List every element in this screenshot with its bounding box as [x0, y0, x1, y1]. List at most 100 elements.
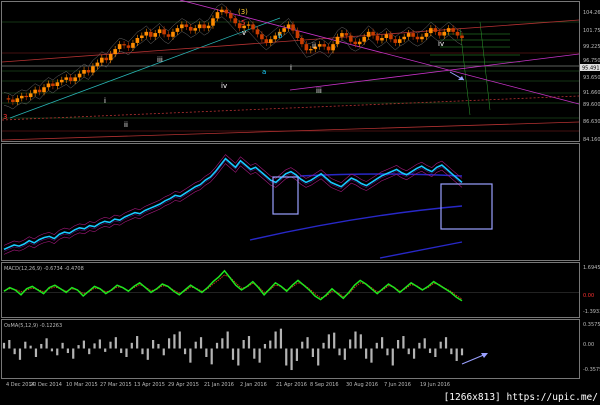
osma-bar	[146, 348, 149, 360]
price-candle	[380, 38, 384, 41]
osma-bar	[34, 348, 38, 357]
price-candle	[233, 18, 238, 24]
osma-bar	[114, 337, 117, 349]
date-axis: 4 Dec 201420 Dec 2014 10 Mar 2015 27 Mar 2…	[6, 382, 450, 388]
macd-tick-label: 0.00	[583, 293, 594, 299]
wave-label-iv2: iv	[438, 40, 444, 48]
osma-bar	[167, 338, 171, 349]
date-tick-label: 20 Dec 2014	[30, 382, 62, 388]
price-candle	[197, 24, 202, 29]
price-tick-label: 91.660	[583, 90, 600, 96]
price-candle	[402, 36, 406, 40]
price-candle	[211, 18, 215, 26]
macd-line	[3, 269, 463, 302]
image-host-footer: [1266x813] https://upic.me/	[420, 391, 600, 405]
price-candle	[246, 24, 251, 26]
osma-bar	[428, 348, 432, 354]
price-candle	[46, 83, 51, 88]
price-candle	[140, 35, 144, 38]
osma-bar	[439, 341, 442, 349]
envelope-upper	[3, 3, 463, 97]
forex-chart: (3) 5 3 iii i ii iv v b a i ii iii iv 10…	[1, 0, 600, 388]
osma-bar	[72, 348, 75, 359]
price-candle	[33, 89, 37, 94]
osma-bar	[109, 341, 112, 349]
osma-bar	[279, 328, 283, 349]
price-tick-label: 84.160	[583, 137, 600, 143]
osma-bar	[24, 341, 27, 349]
osma-bar	[450, 348, 453, 355]
price-candle	[322, 44, 326, 47]
osma-bar	[301, 341, 304, 349]
price-candle	[282, 28, 286, 32]
wave-label-a: a	[262, 68, 266, 76]
osma-bar	[45, 338, 48, 349]
osma-bar	[258, 348, 261, 363]
price-candle	[135, 38, 140, 43]
osma-bar	[349, 339, 352, 349]
osma-bar	[120, 348, 123, 354]
price-candle	[6, 98, 11, 100]
oscillator-series	[3, 154, 463, 255]
price-candle	[371, 31, 375, 36]
osma-bar	[396, 340, 400, 349]
price-tick-label: 101.755	[583, 28, 600, 34]
date-tick-label: 13 Apr 2015	[134, 382, 165, 388]
price-candle	[344, 33, 349, 36]
osma-bar	[391, 348, 394, 366]
price-tick-label: 96.750	[583, 58, 600, 64]
price-candle	[286, 24, 291, 29]
osma-bar	[183, 348, 187, 355]
wave-label-iii: iii	[157, 56, 163, 64]
price-candle	[95, 62, 100, 67]
osma-bar	[365, 348, 368, 359]
osma-bar	[434, 348, 437, 357]
price-candle	[335, 36, 340, 45]
price-candle	[255, 29, 260, 35]
osma-tick-label: -0.3575	[583, 367, 600, 373]
wave-label-iv: iv	[221, 82, 227, 90]
osma-bar	[263, 343, 267, 349]
osma-bar	[338, 348, 341, 356]
macd-y-axis: 1.6945 0.00 -1.3933	[583, 265, 600, 315]
price-candle	[460, 35, 464, 38]
osma-bar	[82, 340, 85, 349]
price-candle	[37, 89, 42, 93]
macd-series	[2, 269, 579, 302]
price-candle	[228, 13, 233, 19]
osma-y-axis: 0.3575 0.00 -0.3575	[583, 322, 600, 373]
price-candle	[77, 73, 82, 78]
price-candle	[375, 35, 380, 41]
osma-bar	[56, 348, 59, 356]
macd-panel	[1, 262, 580, 318]
osma-bar	[152, 340, 155, 349]
price-candle	[304, 44, 309, 51]
price-candle	[193, 28, 198, 31]
osma-bar	[460, 348, 464, 356]
price-tick-label: 104.260	[583, 10, 600, 16]
date-tick-label: 30 Aug 2016	[346, 382, 378, 388]
price-candle	[28, 93, 33, 98]
price-candle	[104, 57, 109, 61]
price-tick-label: 89.600	[583, 102, 600, 108]
wave-label-i2: i	[290, 64, 292, 72]
price-candle	[224, 9, 229, 14]
date-tick-label: 27 Mar 2015	[100, 382, 132, 388]
osma-bar	[269, 340, 272, 349]
price-candle	[300, 38, 304, 45]
price-candle	[415, 36, 420, 40]
price-candle	[100, 57, 104, 63]
osma-bar	[317, 348, 320, 366]
price-candle	[73, 77, 77, 82]
price-candle	[180, 24, 184, 29]
price-candle	[68, 77, 73, 82]
price-candle	[420, 36, 424, 40]
price-candle	[353, 41, 358, 45]
osma-bar	[237, 348, 240, 366]
osma-bar	[242, 340, 245, 349]
osma-tick-label: 0.3575	[583, 322, 600, 328]
price-candle	[15, 98, 20, 102]
price-candle	[451, 28, 455, 32]
price-candle	[131, 42, 135, 48]
price-candle	[251, 24, 255, 30]
